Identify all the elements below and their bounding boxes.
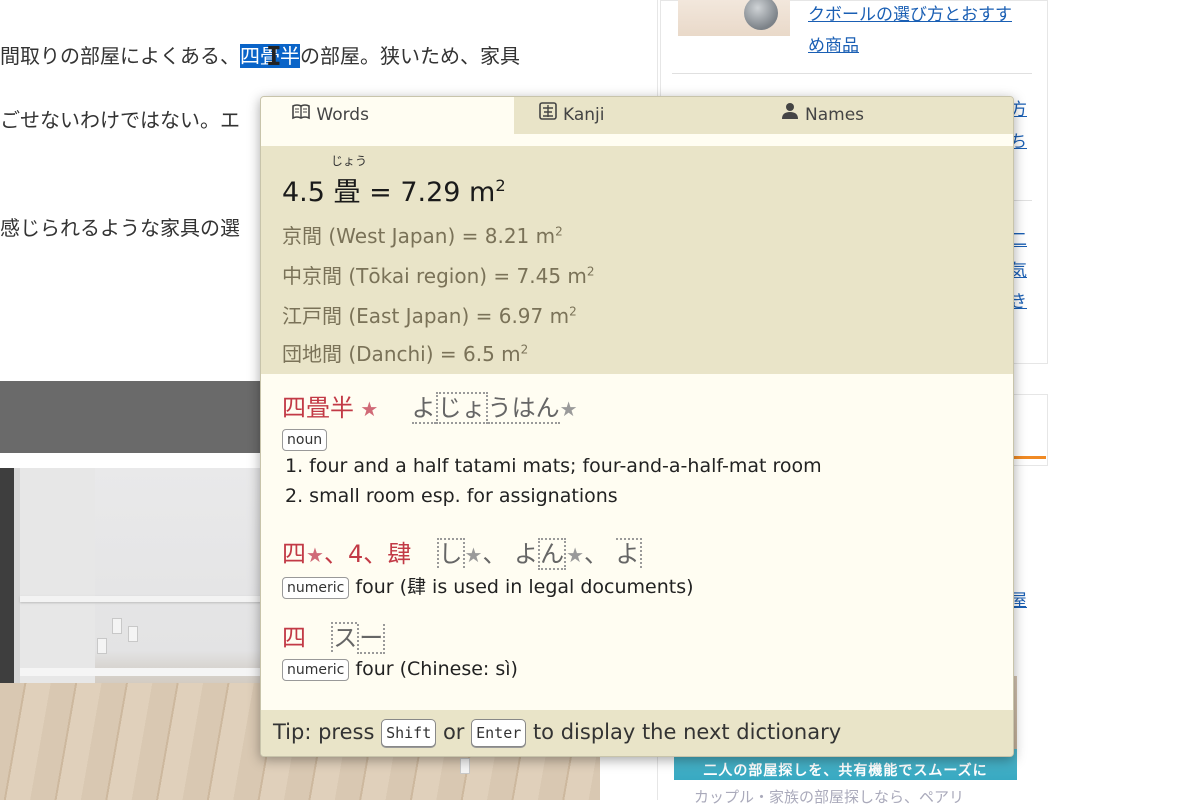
sidebar-article-link[interactable]: め商品 <box>808 31 859 56</box>
banner-text: 二人の部屋探しを、共有機能でスムーズに <box>703 763 988 779</box>
shift-key: Shift <box>381 719 437 747</box>
metric-row-text: 中京間 (Tōkai region) = 7.45 m <box>282 264 587 288</box>
metric-row-exp: 2 <box>586 264 595 279</box>
tab-kanji[interactable]: Kanji <box>539 97 739 134</box>
common-star-icon: ★ <box>354 397 379 421</box>
sidebar-article-link[interactable]: クボールの選び方とおすす <box>808 0 1012 25</box>
entry-headword: 四 <box>282 540 306 568</box>
article-line-1: 間取りの部屋によくある、四畳半の部屋。狭いため、家具 <box>0 40 520 69</box>
entry-headline: 四★、4、肆 し ★、 よん ★、 よ <box>282 534 642 570</box>
tip-bar: Tip: press Shift or Enter to display the… <box>261 710 1013 756</box>
article-line-3: 感じられるような家具の選 <box>0 216 240 240</box>
entry-reading: よじょうはん <box>411 392 560 424</box>
entry-reading: よん <box>514 538 567 570</box>
sense-item: 1. four and a half tatami mats; four-and… <box>285 455 822 477</box>
entry-reading: スー <box>331 622 386 654</box>
entry-pos-line: noun <box>282 428 328 451</box>
sidebar-divider <box>672 73 1032 74</box>
sense-item: 2. small room esp. for assignations <box>285 485 618 507</box>
reading-separator: 、 <box>584 540 609 568</box>
entry-headline: 四 スー <box>282 618 386 654</box>
tab-words-label: Words <box>316 105 369 125</box>
dictionary-popup: Words Kanji Names じょう 4.5 畳 = 7.29 m2 京間… <box>260 96 1014 757</box>
metric-row: 中京間 (Tōkai region) = 7.45 m2 <box>282 260 595 289</box>
enter-key: Enter <box>471 719 527 747</box>
gloss-text: four (Chinese: sì) <box>355 658 518 680</box>
reading-part: ー <box>357 624 386 654</box>
headword-separator: 、 <box>323 540 348 568</box>
kanji-icon <box>539 97 557 134</box>
metric-row-text: 団地間 (Danchi) = 6.5 m <box>282 342 521 366</box>
pos-tag: noun <box>282 428 328 451</box>
sidebar-bottom-text: カップル・家族の部屋探しなら、ペアリ <box>694 788 965 806</box>
entry-headline: 四畳半 ★ よじょうはん★ <box>282 388 578 424</box>
metric-row-exp: 2 <box>555 224 563 239</box>
article-text: 間取りの部屋によくある、 <box>0 44 240 68</box>
metric-equals: = 7.29 m <box>369 177 496 208</box>
text-cursor-icon: I <box>266 42 282 72</box>
tab-names[interactable]: Names <box>781 97 1013 134</box>
photo-outlet <box>112 618 122 634</box>
tab-words[interactable]: Words <box>261 97 514 134</box>
pos-tag: numeric <box>282 576 350 599</box>
common-star-icon: ★ <box>306 543 324 567</box>
photo-outlet <box>460 758 470 774</box>
headword-separator: 、 <box>363 540 388 568</box>
photo-outlet <box>97 638 107 654</box>
entry-reading: し <box>436 538 465 568</box>
photo-outlet <box>128 626 138 642</box>
article-line-2: ごせないわけではない。エ <box>0 108 240 132</box>
tip-text: or <box>442 720 465 744</box>
metric-value: 4.5 <box>282 177 325 208</box>
entry-headword: 四 <box>282 624 306 652</box>
metric-row: 江戸間 (East Japan) = 6.97 m2 <box>282 300 577 329</box>
entry-headword: 肆 <box>387 540 412 568</box>
tab-names-label: Names <box>805 105 865 125</box>
reading-part: うはん <box>487 394 560 424</box>
common-star-icon: ★ <box>566 543 585 567</box>
entry-reading: よ <box>615 538 642 568</box>
thumbnail-ball <box>744 0 778 30</box>
reading-separator: 、 <box>482 540 507 568</box>
reading-part: ん <box>538 538 567 570</box>
book-icon <box>292 97 311 134</box>
reading-part: よ <box>411 394 436 424</box>
tab-kanji-label: Kanji <box>563 105 605 125</box>
metric-row: 京間 (West Japan) = 8.21 m2 <box>282 220 563 249</box>
metric-row-text: 京間 (West Japan) = 8.21 m <box>282 224 556 248</box>
metric-exponent: 2 <box>495 176 506 195</box>
reading-part: よ <box>514 540 539 568</box>
common-star-icon: ★ <box>464 543 483 567</box>
metric-main-value: 4.5 畳 = 7.29 m2 <box>282 170 506 209</box>
gloss-text: four (肆 is used in legal documents) <box>355 576 694 598</box>
pos-tag: numeric <box>282 658 350 681</box>
article-text: の部屋。狭いため、家具 <box>300 44 520 68</box>
sense-list: 1. four and a half tatami mats; four-and… <box>285 451 822 511</box>
metric-unit: 畳 <box>333 177 361 208</box>
entry-gloss: numeric four (Chinese: sì) <box>282 658 518 681</box>
orange-accent <box>1010 456 1046 459</box>
unit-reading: じょう <box>331 154 368 168</box>
metric-row-text: 江戸間 (East Japan) = 6.97 m <box>282 304 570 328</box>
entry-headword: 四畳半 <box>282 394 354 422</box>
entry-headword: 4 <box>347 540 364 568</box>
reading-part: ス <box>331 622 358 652</box>
tip-text: to display the next dictionary <box>532 720 842 744</box>
common-star-icon: ★ <box>559 397 578 421</box>
entry-gloss: numeric four (肆 is used in legal documen… <box>282 572 694 599</box>
metric-row-exp: 2 <box>520 342 529 357</box>
tab-underline <box>261 134 1013 146</box>
reading-part: じょ <box>435 392 488 424</box>
sidebar-thumbnail[interactable] <box>678 0 790 36</box>
metric-row-exp: 2 <box>569 304 577 319</box>
metric-conversion: じょう 4.5 畳 = 7.29 m2 京間 (West Japan) = 8.… <box>261 146 1013 374</box>
person-icon <box>781 97 799 134</box>
tip-text: Tip: press <box>273 720 375 744</box>
tab-bar: Words Kanji Names <box>261 97 1013 134</box>
metric-row: 団地間 (Danchi) = 6.5 m2 <box>282 338 528 367</box>
